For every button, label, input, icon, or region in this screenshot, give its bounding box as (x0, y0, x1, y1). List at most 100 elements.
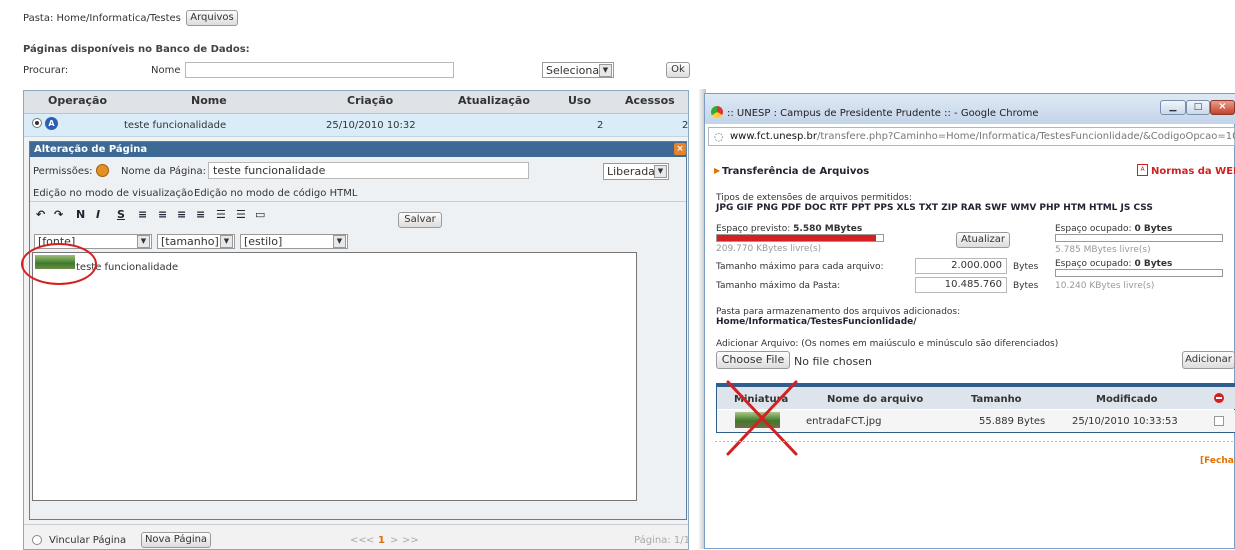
close-link[interactable]: [Fechar (1200, 456, 1235, 466)
tab-html-edit[interactable]: Edição no modo de código HTML (194, 188, 357, 199)
link-page-radio[interactable] (32, 535, 42, 545)
update-button[interactable]: Atualizar (956, 232, 1010, 248)
folder-path-label: Pasta: Home/Informatica/Testes (23, 13, 181, 24)
bullet-arrow-icon: ▶ (714, 166, 721, 175)
edit-dialog-title: Alteração de Página (34, 144, 148, 155)
style-select[interactable]: [estilo] ▼ (240, 234, 348, 249)
footer-divider (24, 524, 688, 525)
pager-next[interactable]: > (390, 535, 398, 546)
ordered-list-icon[interactable]: ☰ (216, 208, 226, 221)
files-button[interactable]: Arquivos (186, 10, 238, 26)
status-select[interactable]: Liberada ▼ (603, 163, 669, 180)
col-criacao[interactable]: Criação (347, 94, 393, 107)
occupied-free-1: 5.785 MBytes livre(s) (1055, 245, 1151, 255)
bold-icon[interactable]: N (76, 208, 85, 221)
align-right-icon[interactable]: ≡ (177, 208, 186, 221)
align-left-icon[interactable]: ≡ (138, 208, 147, 221)
delete-icon[interactable] (1214, 393, 1224, 403)
pager-first[interactable]: << (350, 535, 367, 546)
chevron-down-icon: ▼ (137, 235, 150, 248)
bullet-list-icon[interactable]: ☰ (236, 208, 246, 221)
col-nome[interactable]: Nome (191, 94, 227, 107)
occupied-1: Espaço ocupado: 0 Bytes (1055, 224, 1172, 234)
pages-title: Páginas disponíveis no Banco de Dados: (23, 44, 250, 55)
section-title: Transferência de Arquivos (722, 166, 870, 177)
window-close-button[interactable]: × (1210, 100, 1235, 115)
tab-visual-edit[interactable]: Edição no modo de visualização (33, 188, 193, 199)
space-progress-fill (717, 235, 877, 241)
pager-current[interactable]: 1 (378, 535, 385, 546)
page-name-input[interactable]: teste funcionalidade (208, 162, 529, 179)
occupied-2: Espaço ocupado: 0 Bytes (1055, 259, 1172, 269)
pager-prev[interactable]: < (366, 535, 374, 546)
undo-icon[interactable]: ↶ (36, 208, 45, 221)
link-page-label: Vincular Página (49, 535, 127, 546)
strike-icon[interactable]: S (117, 208, 125, 221)
max-file-label: Tamanho máximo para cada arquivo: (716, 262, 884, 272)
close-icon[interactable]: × (674, 143, 686, 155)
row-uso: 2 (597, 120, 604, 131)
red-x-annotation (726, 380, 798, 456)
justify-icon[interactable]: ≡ (196, 208, 205, 221)
edit-icon[interactable]: A (45, 117, 58, 130)
max-folder-input[interactable]: 10.485.760 (915, 277, 1007, 293)
occupied-free-2: 10.240 KBytes livre(s) (1055, 281, 1155, 291)
ok-button[interactable]: Ok (666, 62, 690, 78)
col-uso[interactable]: Uso (568, 94, 591, 107)
space-free: 209.770 KBytes livre(s) (716, 244, 822, 254)
no-file-text: No file chosen (794, 355, 872, 368)
url-text: www.fct.unesp.br/transfere.php?Caminho=H… (730, 131, 1235, 142)
col-operacao[interactable]: Operação (48, 94, 107, 107)
chrome-window-title: :: UNESP : Campus de Presidente Prudente… (727, 108, 1039, 119)
save-button[interactable]: Salvar (398, 212, 442, 228)
chevron-down-icon: ▼ (333, 235, 346, 248)
max-file-input[interactable]: 2.000.000 (915, 258, 1007, 274)
maximize-button[interactable]: □ (1186, 100, 1210, 115)
space-label: Espaço previsto: (716, 224, 791, 234)
align-center-icon[interactable]: ≡ (158, 208, 167, 221)
ext-label: Tipos de extensões de arquivos permitido… (716, 193, 912, 203)
pager-last[interactable]: >> (402, 535, 419, 546)
add-button[interactable]: Adicionar (1182, 351, 1235, 369)
search-label: Procurar: (23, 65, 69, 76)
space-value: 5.580 MBytes (793, 224, 863, 234)
normas-link[interactable]: Normas da WEB (1151, 166, 1235, 177)
tab-divider (30, 201, 686, 202)
store-label: Pasta para armazenamento dos arquivos ad… (716, 307, 961, 317)
delete-checkbox[interactable] (1214, 416, 1224, 426)
style-select-value: [estilo] (244, 235, 283, 248)
redo-icon[interactable]: ↷ (54, 208, 63, 221)
status-select-value: Liberada (607, 165, 655, 178)
italic-icon[interactable]: I (96, 208, 100, 221)
col-file-name: Nome do arquivo (827, 394, 924, 405)
size-select[interactable]: [tamanho] ▼ (157, 234, 235, 249)
add-label: Adicionar Arquivo: (Os nomes em maiúscul… (716, 339, 1059, 349)
bytes-unit-1: Bytes (1013, 262, 1039, 272)
chevron-down-icon: ▼ (599, 64, 612, 77)
row-name: teste funcionalidade (124, 120, 227, 131)
content-editor[interactable] (32, 252, 637, 501)
col-atualizacao[interactable]: Atualização (458, 94, 530, 107)
choose-file-button[interactable]: Choose File (716, 351, 790, 369)
chrome-logo-icon (711, 106, 723, 118)
new-page-button[interactable]: Nova Página (141, 532, 211, 548)
occupied-label-1: Espaço ocupado: (1055, 224, 1132, 234)
space-previsto: Espaço previsto: 5.580 MBytes (716, 224, 862, 234)
row-radio[interactable] (32, 118, 42, 128)
permissions-icon[interactable] (96, 164, 109, 177)
size-select-value: [tamanho] (161, 235, 219, 248)
url-path: /transfere.php?Caminho=Home/Informatica/… (816, 131, 1235, 142)
search-input[interactable] (185, 62, 454, 78)
max-folder-label: Tamanho máximo da Pasta: (716, 281, 841, 291)
row-acessos: 2 (682, 120, 689, 131)
chevron-down-icon: ▼ (220, 235, 233, 248)
occupied-value-2: 0 Bytes (1134, 259, 1173, 269)
filter-select[interactable]: Selecionada ▼ (542, 62, 614, 78)
col-acessos[interactable]: Acessos (625, 94, 675, 107)
table-icon[interactable]: ▭ (255, 208, 265, 221)
space-progress-bar (716, 234, 884, 242)
page-name-label: Nome da Página: (121, 166, 206, 177)
file-name[interactable]: entradaFCT.jpg (806, 416, 881, 427)
minimize-button[interactable]: ▁ (1160, 100, 1186, 115)
page-info: Página: 1/1 (634, 535, 690, 546)
